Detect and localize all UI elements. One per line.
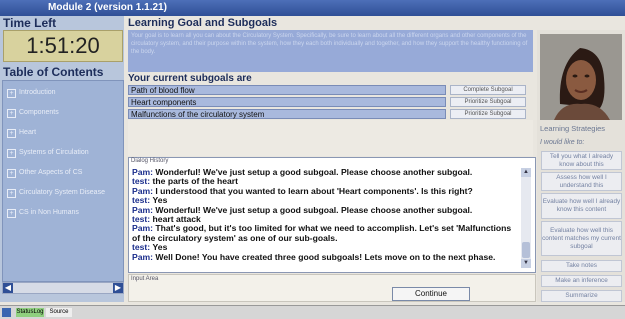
strategies-label: Learning Strategies [540,124,606,133]
timer-display: 1:51:20 [3,30,123,62]
toc-item-other-aspects[interactable]: + Other Aspects of CS [3,165,123,181]
timer-label: Time Left [3,16,57,30]
scroll-up-icon[interactable]: ▲ [521,168,531,177]
summarize-button[interactable]: Summarize [541,290,622,302]
scroll-left-icon[interactable]: ◀ [3,283,13,293]
strategy-evaluate-content-button[interactable]: Evaluate how well this content matches m… [541,221,622,256]
strategy-prior-knowledge-button[interactable]: Tell you what I already know about this [541,151,622,170]
complete-subgoal-button[interactable]: Complete Subgoal [450,85,526,95]
dialog-line: Pam: I understood that you wanted to lea… [132,185,473,196]
goal-text: Your goal is to learn all you can about … [128,30,533,72]
expand-icon[interactable]: + [7,169,16,178]
toc-horizontal-scrollbar[interactable]: ◀ ▶ [2,282,124,294]
take-notes-button[interactable]: Take notes [541,260,622,272]
dialog-line: Pam: That's good, but it's too limited f… [132,223,512,243]
make-inference-button[interactable]: Make an inference [541,275,622,287]
scroll-thumb[interactable] [522,242,530,258]
expand-icon[interactable]: + [7,189,16,198]
input-area-label: Input Area [131,276,159,282]
toc-item-components[interactable]: + Components [3,105,123,121]
app-icon[interactable] [2,308,11,317]
strategy-evaluate-knowledge-button[interactable]: Evaluate how well I already know this co… [541,193,622,219]
subgoal-name: Heart components [128,97,446,107]
expand-icon[interactable]: + [7,89,16,98]
title-bar: Module 2 (version 1.1.21) [0,0,625,16]
toc-item-heart[interactable]: + Heart [3,125,123,141]
subgoals-label: Your current subgoals are [128,73,252,84]
toc-item-disease[interactable]: + Circulatory System Disease [3,185,123,201]
content-area [128,120,533,156]
toc-item-systems[interactable]: + Systems of Circulation [3,145,123,161]
strategy-assess-understanding-button[interactable]: Assess how well I understand this [541,172,622,191]
strategies-sublabel: I would like to: [540,139,585,146]
dialog-label: Dialog History [131,158,169,164]
input-area[interactable]: Input Area [128,274,536,302]
left-panel: Time Left 1:51:20 Table of Contents + Int… [0,16,124,302]
agent-avatar [540,34,622,120]
table-of-contents: + Introduction + Components + Heart + System… [2,80,124,282]
subgoal-row: Heart components Prioritize Subgoal [128,97,528,107]
subgoal-name: Malfunctions of the circulatory system [128,109,446,119]
window-title: Module 2 (version 1.1.21) [48,2,167,13]
toc-item-non-humans[interactable]: + CS in Non Humans [3,205,123,221]
prioritize-subgoal-button[interactable]: Prioritize Subgoal [450,97,526,107]
expand-icon[interactable]: + [7,109,16,118]
prioritize-subgoal-button[interactable]: Prioritize Subgoal [450,109,526,119]
dialog-scrollbar[interactable]: ▲ ▼ [521,168,531,268]
taskbar: StatusLog Source [0,305,625,319]
source-tab[interactable]: Source [46,308,72,317]
toc-label: Table of Contents [3,65,104,79]
expand-icon[interactable]: + [7,209,16,218]
dialog-text: Pam: Wonderful! We've just setup a good … [132,167,518,262]
goal-label: Learning Goal and Subgoals [128,17,278,29]
toc-item-introduction[interactable]: + Introduction [3,85,123,101]
subgoal-name: Path of blood flow [128,85,446,95]
statuslog-tab[interactable]: StatusLog [16,308,44,317]
dialog-history: Dialog History Pam: Wonderful! We've jus… [128,157,536,273]
expand-icon[interactable]: + [7,149,16,158]
scroll-down-icon[interactable]: ▼ [521,259,531,268]
continue-button[interactable]: Continue [392,287,470,301]
dialog-line: Pam: Well Done! You have created three g… [132,251,496,262]
subgoal-row: Malfunctions of the circulatory system P… [128,109,528,119]
expand-icon[interactable]: + [7,129,16,138]
avatar-icon [540,34,622,120]
subgoal-row: Path of blood flow Complete Subgoal [128,85,528,95]
scroll-right-icon[interactable]: ▶ [113,283,123,293]
